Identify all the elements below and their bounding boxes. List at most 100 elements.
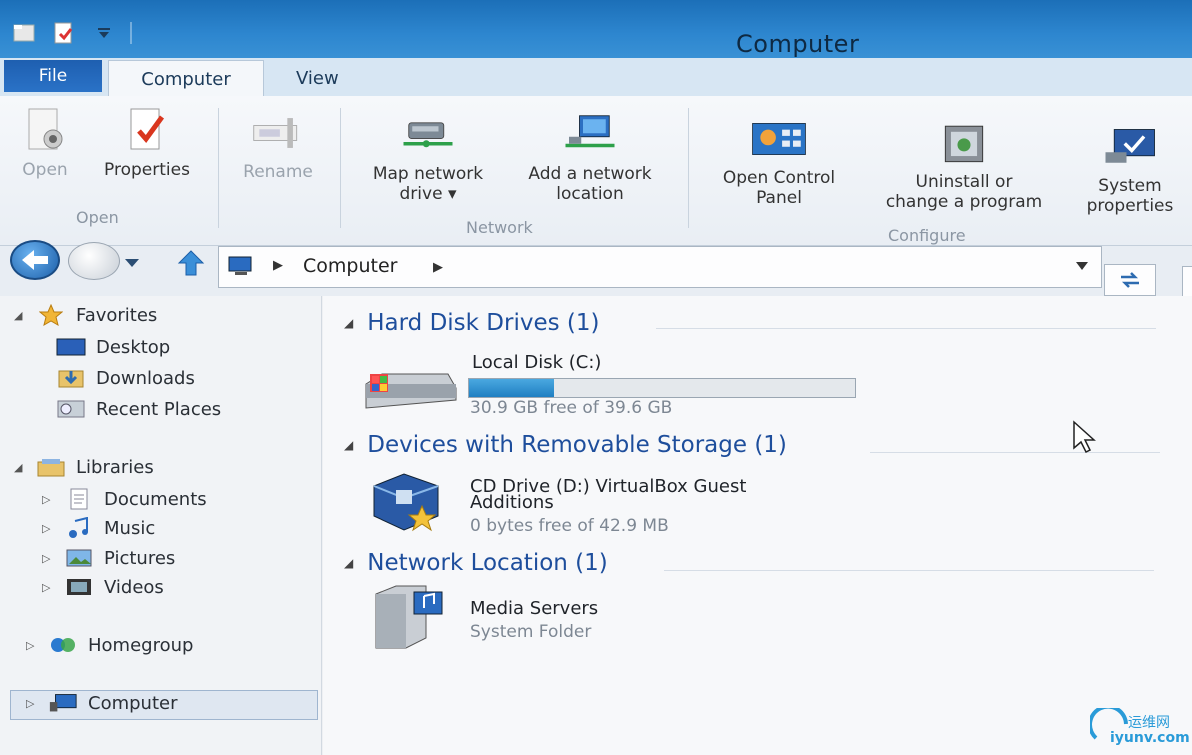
group-configure-label: Configure	[888, 226, 966, 245]
properties-quick-button[interactable]	[10, 20, 38, 46]
section-network-location[interactable]: ◢ Network Location (1)	[344, 550, 608, 576]
properties-icon	[130, 108, 165, 150]
system-properties-label-2: properties	[1086, 196, 1174, 216]
nav-favorites[interactable]: ◢ Favorites	[14, 304, 157, 326]
media-server-icon	[375, 585, 443, 649]
section-hard-disk-drives[interactable]: ◢ Hard Disk Drives (1)	[344, 310, 600, 336]
desktop-icon	[56, 338, 86, 356]
address-bar[interactable]: ▶ Computer ▶	[218, 246, 1102, 288]
map-network-drive-button[interactable]: Map network drive ▾	[354, 110, 502, 204]
nav-documents[interactable]: ▷ Documents	[42, 488, 207, 510]
expand-icon[interactable]: ▷	[26, 639, 38, 652]
address-history-dropdown[interactable]	[1075, 259, 1089, 275]
section-divider	[656, 328, 1156, 329]
nav-music[interactable]: ▷ Music	[42, 517, 155, 539]
arrow-up-icon	[177, 250, 205, 276]
window-title: Computer	[736, 30, 860, 58]
open-button[interactable]: Open	[14, 106, 76, 180]
collapse-icon[interactable]: ◢	[14, 309, 26, 322]
pictures-icon	[66, 549, 92, 567]
virtualbox-cd-icon	[373, 473, 439, 532]
breadcrumb-separator[interactable]: ▶	[433, 260, 443, 275]
ribbon-separator	[218, 108, 219, 228]
uninstall-label-2: change a program	[885, 192, 1043, 212]
collapse-icon[interactable]: ◢	[14, 461, 26, 474]
open-icon	[28, 108, 63, 150]
chevron-down-icon	[1076, 262, 1088, 270]
open-control-panel-label-1: Open Control	[722, 168, 836, 188]
tab-computer[interactable]: Computer	[108, 60, 264, 98]
expand-icon[interactable]: ▷	[42, 581, 54, 594]
nav-videos[interactable]: ▷ Videos	[42, 576, 164, 598]
customize-qat-dropdown[interactable]	[90, 20, 118, 46]
uninstall-program-button[interactable]: Uninstall or change a program	[862, 118, 1066, 212]
rename-icon	[253, 118, 298, 148]
new-folder-quick-button[interactable]	[50, 20, 78, 46]
nav-downloads[interactable]: Downloads	[56, 367, 195, 389]
ribbon-tabs: File Computer View	[0, 58, 1192, 98]
document-check-icon	[54, 22, 73, 44]
music-icon	[69, 517, 88, 538]
collapse-icon[interactable]: ◢	[344, 316, 353, 330]
add-network-location-label-1: Add a network	[528, 164, 652, 184]
system-properties-label-1: System	[1098, 176, 1162, 196]
qat-separator	[130, 22, 132, 44]
nav-recent-places[interactable]: Recent Places	[56, 398, 221, 420]
nav-desktop[interactable]: Desktop	[56, 336, 170, 358]
computer-icon	[49, 694, 77, 712]
nav-pictures[interactable]: ▷ Pictures	[42, 547, 175, 569]
recent-locations-dropdown[interactable]	[124, 256, 140, 272]
nav-libraries[interactable]: ◢ Libraries	[14, 456, 154, 478]
documents-icon	[70, 488, 88, 510]
refresh-button[interactable]	[1104, 264, 1156, 296]
cd-drive-free-space: 0 bytes free of 42.9 MB	[470, 516, 669, 536]
expand-icon[interactable]: ▷	[42, 552, 54, 565]
section-divider	[870, 452, 1160, 453]
nav-homegroup[interactable]: ▷ Homegroup	[26, 634, 193, 656]
open-control-panel-button[interactable]: Open Control Panel	[702, 114, 856, 208]
cd-drive-name-2: Additions	[470, 492, 554, 513]
expand-icon[interactable]: ▷	[42, 522, 54, 535]
quick-access-toolbar	[10, 18, 132, 48]
recent-places-icon	[57, 400, 85, 418]
media-servers-type: System Folder	[470, 622, 592, 642]
control-panel-icon	[752, 123, 806, 155]
local-disk-usage-bar	[468, 378, 856, 398]
nav-computer[interactable]: ▷ Computer	[26, 692, 177, 714]
expand-icon[interactable]: ▷	[42, 493, 54, 506]
content-pane	[323, 296, 1192, 755]
collapse-icon[interactable]: ◢	[344, 556, 353, 570]
mouse-cursor-icon	[1073, 420, 1096, 454]
properties-button[interactable]: Properties	[90, 106, 204, 180]
collapse-icon[interactable]: ◢	[344, 438, 353, 452]
up-button[interactable]	[176, 248, 206, 278]
computer-icon	[228, 256, 252, 275]
media-servers-name: Media Servers	[470, 598, 599, 619]
rename-label: Rename	[243, 162, 313, 182]
system-properties-icon	[1105, 129, 1155, 163]
breadcrumb-separator[interactable]: ▶	[273, 258, 283, 273]
add-network-location-button[interactable]: Add a network location	[508, 110, 672, 204]
chevron-down-icon	[125, 259, 139, 267]
rename-button[interactable]: Rename	[230, 108, 326, 182]
ribbon-separator	[688, 108, 689, 228]
map-network-drive-label-1: Map network	[372, 164, 484, 184]
uninstall-icon	[944, 125, 984, 163]
search-input[interactable]	[1182, 266, 1192, 298]
breadcrumb-computer[interactable]: Computer	[303, 255, 397, 277]
system-properties-button[interactable]: System properties	[1072, 122, 1188, 216]
tab-view[interactable]: View	[296, 68, 339, 89]
ribbon-separator	[340, 108, 341, 228]
properties-label: Properties	[104, 160, 190, 180]
homegroup-icon	[51, 638, 75, 652]
hard-drive-icon	[365, 373, 457, 409]
group-open-label: Open	[76, 208, 119, 227]
tab-file[interactable]: File	[4, 60, 102, 92]
expand-icon[interactable]: ▷	[26, 697, 38, 710]
title-bar: Computer	[0, 0, 1192, 62]
section-divider	[664, 570, 1154, 571]
section-removable-storage[interactable]: ◢ Devices with Removable Storage (1)	[344, 432, 787, 458]
map-network-drive-label-2: drive ▾	[399, 184, 457, 204]
back-button[interactable]	[10, 240, 60, 280]
forward-button[interactable]	[68, 242, 120, 280]
